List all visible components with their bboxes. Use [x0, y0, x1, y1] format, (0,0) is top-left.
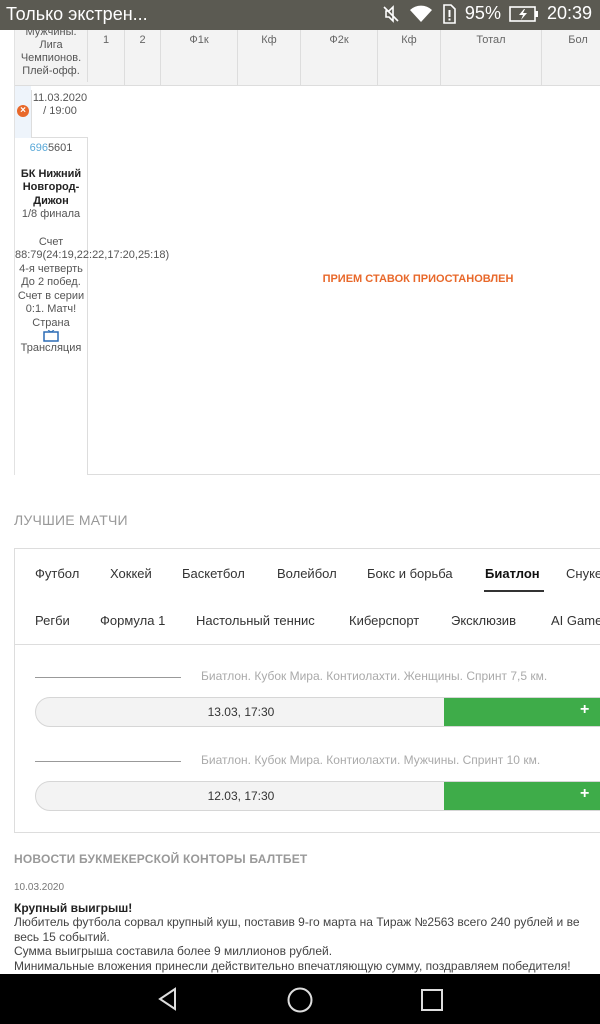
sim-alert-icon	[441, 3, 457, 24]
tab-exclusive[interactable]: Эксклюзив	[451, 613, 516, 628]
tab-biathlon[interactable]: Биатлон	[484, 566, 544, 592]
tab-hockey[interactable]: Хоккей	[110, 566, 152, 581]
best-matches-panel: Футбол Хоккей Баскетбол Волейбол Бокс и …	[14, 548, 600, 833]
score-info: Счет 88:79(24:19,22:22,17:20,25:18) 4-я …	[15, 235, 170, 329]
tab-table-tennis[interactable]: Настольный теннис	[196, 613, 315, 628]
table-header: Мужчины. Лига Чемпионов. Плей-офф. 1 2 Ф…	[15, 30, 600, 86]
mute-icon	[381, 4, 401, 24]
col-header-2: 2	[125, 30, 161, 86]
wifi-icon	[409, 4, 433, 24]
tab-ai-games[interactable]: AI Games	[551, 613, 600, 628]
news-headline[interactable]: Крупный выигрыш!	[14, 901, 132, 915]
event-name[interactable]: Биатлон. Кубок Мира. Контиолахти. Женщин…	[201, 669, 547, 683]
match-id: 6965601	[29, 142, 73, 154]
match-date: 11.03.2020 / 19:00	[31, 90, 88, 137]
tab-boxing[interactable]: Бокс и борьба	[367, 566, 453, 581]
broadcast-link[interactable]: Трансляция	[15, 342, 87, 356]
event-bet-pill[interactable]: 13.03, 17:30 +	[35, 697, 600, 727]
event-bet-pill[interactable]: 12.03, 17:30 +	[35, 781, 600, 811]
event-datetime: 12.03, 17:30	[207, 789, 275, 803]
notification-text: Только экстрен...	[6, 4, 148, 24]
odds-area: ПРИЕМ СТАВОК ПРИОСТАНОВЛЕН	[88, 86, 600, 475]
match-date-row: × 11.03.2020 / 19:00	[15, 86, 88, 138]
best-matches-title: ЛУЧШИЕ МАТЧИ	[14, 512, 128, 528]
plus-icon: +	[580, 785, 590, 802]
sport-tabs: Футбол Хоккей Баскетбол Волейбол Бокс и …	[15, 549, 600, 645]
col-header-1: 1	[88, 30, 125, 86]
battery-percent: 95%	[464, 3, 501, 23]
plus-icon: +	[580, 701, 590, 718]
event-item: Биатлон. Кубок Мира. Контиолахти. Мужчин…	[35, 751, 600, 821]
status-icons: 95% 20:39	[381, 3, 592, 24]
col-header-over: Бол	[542, 30, 600, 86]
news-body: Любитель футбола сорвал крупный куш, пос…	[14, 915, 580, 973]
bets-suspended-text: ПРИЕМ СТАВОК ПРИОСТАНОВЛЕН	[322, 273, 514, 285]
event-datetime: 13.03, 17:30	[207, 705, 275, 719]
battery-charging-icon	[509, 5, 539, 23]
team-name: БК Нижний Новгород-Дижон	[20, 167, 82, 207]
tab-volleyball[interactable]: Волейбол	[277, 566, 337, 581]
recents-icon[interactable]	[420, 988, 444, 1012]
news-section-title: НОВОСТИ БУКМЕКЕРСКОЙ КОНТОРЫ БАЛТБЕТ	[14, 852, 308, 866]
back-icon[interactable]	[155, 986, 181, 1012]
tv-icon[interactable]	[43, 330, 59, 342]
home-icon[interactable]	[286, 986, 314, 1014]
match-info[interactable]: 6965601 БК Нижний Новгород-Дижон 1/8 фин…	[15, 138, 170, 475]
page-content: Мужчины. Лига Чемпионов. Плей-офф. 1 2 Ф…	[0, 30, 600, 974]
col-header-total: Тотал	[441, 30, 542, 86]
event-name[interactable]: Биатлон. Кубок Мира. Контиолахти. Мужчин…	[201, 753, 540, 767]
close-icon[interactable]: ×	[17, 105, 29, 117]
odds-table: Мужчины. Лига Чемпионов. Плей-офф. 1 2 Ф…	[14, 30, 600, 475]
tab-esports[interactable]: Киберспорт	[349, 613, 419, 628]
tab-snooker[interactable]: Снукер	[566, 566, 600, 581]
tab-formula1[interactable]: Формула 1	[100, 613, 165, 628]
add-bet-button[interactable]: +	[444, 698, 600, 726]
clock: 20:39	[546, 3, 592, 23]
tab-rugby[interactable]: Регби	[35, 613, 70, 628]
col-header-kf2: Кф	[378, 30, 441, 86]
event-item: Биатлон. Кубок Мира. Контиолахти. Женщин…	[35, 667, 600, 737]
league-header: Мужчины. Лига Чемпионов. Плей-офф.	[15, 30, 88, 82]
match-stage: 1/8 финала	[21, 208, 81, 220]
tab-football[interactable]: Футбол	[35, 566, 79, 581]
col-header-f1k: Ф1к	[161, 30, 238, 86]
navigation-bar	[0, 974, 600, 1024]
col-header-kf1: Кф	[238, 30, 301, 86]
col-header-f2k: Ф2к	[301, 30, 378, 86]
news-date: 10.03.2020	[14, 882, 65, 893]
status-bar: Только экстрен... 95% 20:39	[0, 0, 600, 30]
add-bet-button[interactable]: +	[444, 782, 600, 810]
tab-basketball[interactable]: Баскетбол	[182, 566, 245, 581]
